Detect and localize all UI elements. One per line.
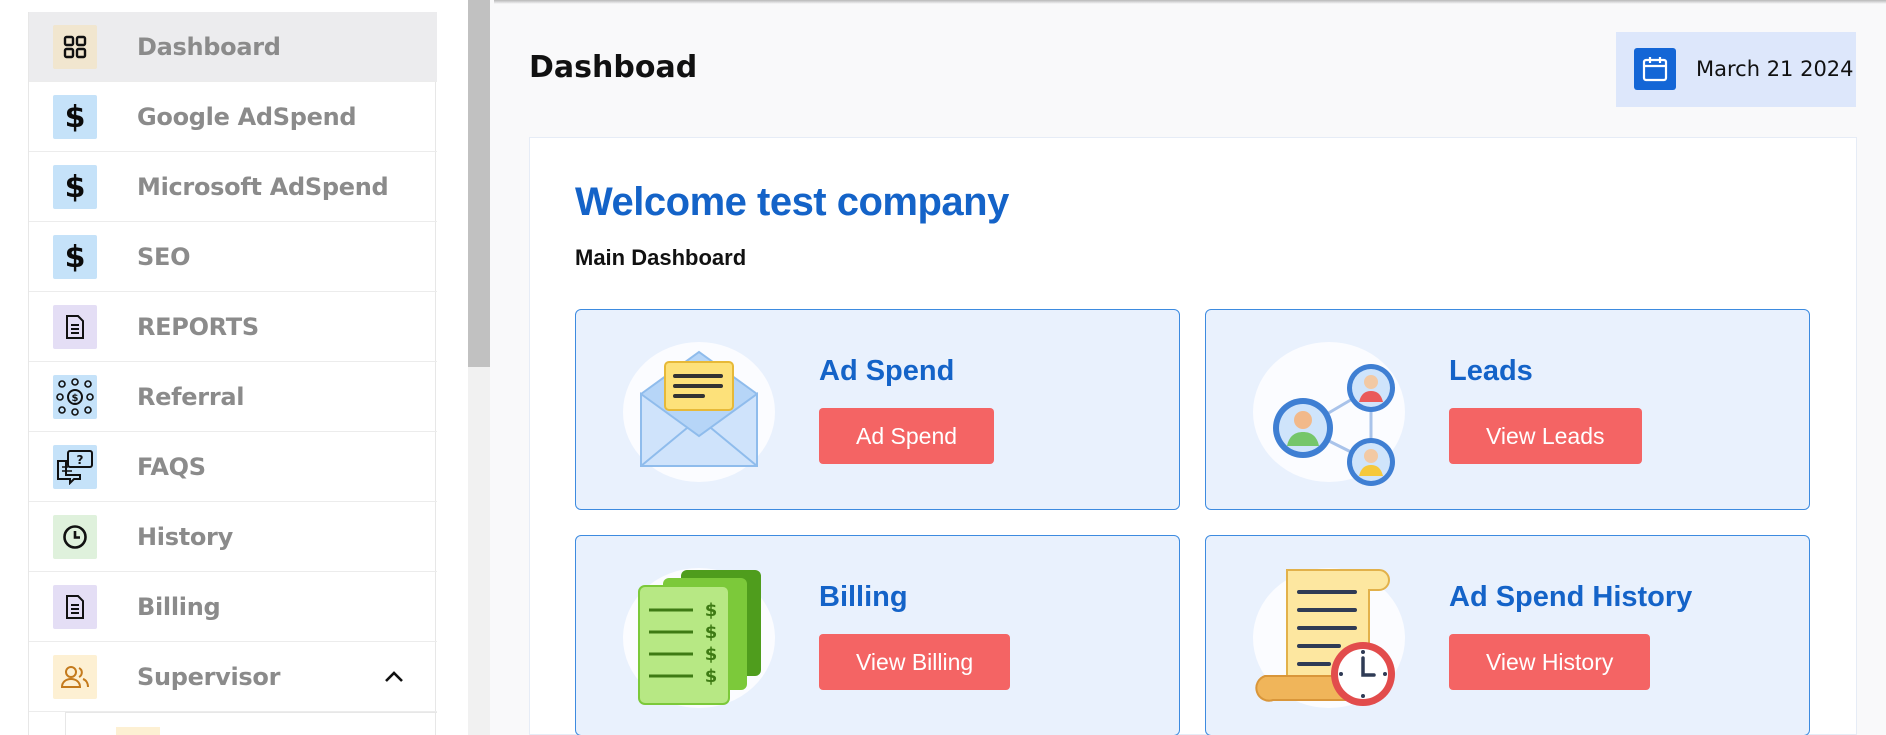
dollar-icon: $ — [53, 235, 97, 279]
view-leads-button[interactable]: View Leads — [1449, 408, 1642, 464]
chat-question-icon: ? — [53, 445, 97, 489]
sidebar-item-reports[interactable]: REPORTS — [29, 292, 437, 362]
welcome-heading: Welcome test company — [575, 180, 1009, 224]
sidebar-item-google-adspend[interactable]: $ Google AdSpend — [29, 82, 437, 152]
grid-icon — [53, 25, 97, 69]
sidebar-item-label: FAQS — [137, 453, 206, 481]
sidebar-item-label: Microsoft AdSpend — [137, 173, 389, 201]
network-icon: $ — [53, 375, 97, 419]
dollar-icon: $ — [53, 165, 97, 209]
sidebar-item-history[interactable]: History — [29, 502, 437, 572]
document-icon — [53, 585, 97, 629]
svg-text:$: $ — [705, 644, 718, 665]
card-title: Ad Spend — [819, 355, 955, 387]
ad-spend-history-card: Ad Spend History View History — [1205, 535, 1810, 735]
users-icon — [53, 655, 97, 699]
svg-text:?: ? — [77, 453, 84, 467]
view-history-button[interactable]: View History — [1449, 634, 1651, 690]
svg-text:$: $ — [72, 393, 79, 404]
billing-card: $ $ $ $ Billing View Billing — [575, 535, 1180, 735]
sidebar-item-faqs[interactable]: ? FAQS — [29, 432, 437, 502]
svg-text:$: $ — [705, 600, 718, 621]
sidebar-item-referral[interactable]: $ Referral — [29, 362, 437, 432]
money-stack-icon: $ $ $ $ — [623, 568, 775, 708]
sidebar-item-dashboard[interactable]: Dashboard — [29, 12, 437, 82]
sidebar-item-microsoft-adspend[interactable]: $ Microsoft AdSpend — [29, 152, 437, 222]
dollar-glyph: $ — [64, 169, 86, 205]
submenu-container — [65, 712, 437, 735]
sidebar-item-label: Google AdSpend — [137, 103, 357, 131]
calendar-icon — [1634, 48, 1676, 90]
ad-spend-button[interactable]: Ad Spend — [819, 408, 995, 464]
card-title: Leads — [1449, 355, 1533, 387]
svg-text:$: $ — [705, 666, 718, 687]
card-title: Billing — [819, 581, 908, 613]
sidebar-item-supervisor[interactable]: Supervisor — [29, 642, 437, 712]
card-title: Ad Spend History — [1449, 581, 1693, 613]
svg-text:$: $ — [705, 622, 718, 643]
sidebar-item-label: REPORTS — [137, 313, 259, 341]
ad-spend-card: Ad Spend Ad Spend — [575, 309, 1180, 510]
dollar-glyph: $ — [64, 239, 86, 275]
sidebar-item-label: Referral — [137, 383, 245, 411]
sidebar-item-label: Supervisor — [137, 663, 281, 691]
sidebar-item-label: History — [137, 523, 233, 551]
view-billing-button[interactable]: View Billing — [819, 634, 1011, 690]
topbar-shadow — [494, 0, 1886, 4]
chevron-up-icon[interactable] — [381, 664, 407, 690]
clock-icon — [53, 515, 97, 559]
envelope-icon — [623, 342, 775, 482]
sidebar-item-label: Dashboard — [137, 33, 281, 61]
date-display[interactable]: March 21 2024 — [1616, 32, 1856, 107]
leads-card: Leads View Leads — [1205, 309, 1810, 510]
page-title: Dashboad — [529, 50, 698, 85]
submenu-icon — [116, 727, 160, 735]
date-text: March 21 2024 — [1696, 57, 1854, 81]
sidebar-item-seo[interactable]: $ SEO — [29, 222, 437, 292]
document-icon — [53, 305, 97, 349]
dashboard-subtitle: Main Dashboard — [575, 245, 747, 270]
people-network-icon — [1253, 342, 1405, 486]
sidebar-item-label: SEO — [137, 243, 191, 271]
dollar-icon: $ — [53, 95, 97, 139]
scroll-clock-icon — [1253, 568, 1405, 708]
dollar-glyph: $ — [64, 99, 86, 135]
sidebar-item-billing[interactable]: Billing — [29, 572, 437, 642]
sidebar: Dashboard $ Google AdSpend $ Microsoft A… — [28, 12, 437, 735]
sidebar-scrollbar-thumb[interactable] — [468, 0, 490, 367]
sidebar-item-label: Billing — [137, 593, 221, 621]
